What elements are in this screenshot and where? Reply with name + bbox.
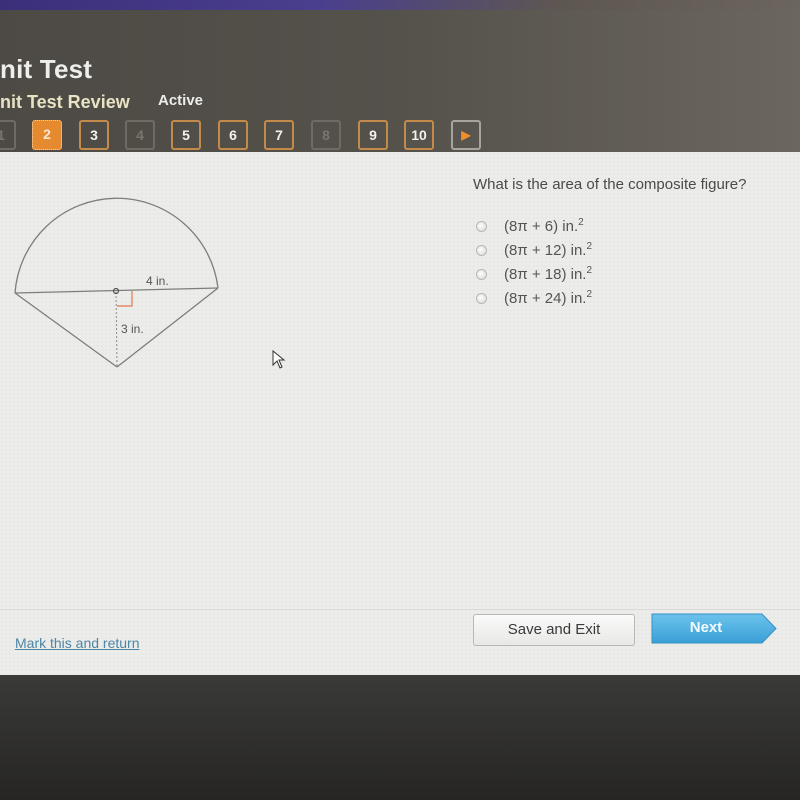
exponent: 2 — [586, 265, 593, 276]
question-10-button[interactable]: 10 — [404, 120, 434, 150]
answer-choice[interactable]: (8π + 24) in.2 — [476, 286, 592, 310]
test-subtitle: nit Test Review — [0, 92, 130, 112]
radio-button[interactable] — [476, 292, 487, 304]
screen-bezel — [0, 675, 800, 800]
radio-button[interactable] — [476, 220, 487, 232]
height-label: 3 in. — [121, 322, 144, 336]
semicircle-arc — [14, 197, 219, 294]
choice-label: (8π + 24) in. — [504, 290, 587, 307]
answer-choice[interactable]: (8π + 6) in.2 — [476, 214, 592, 238]
radius-label: 4 in. — [146, 274, 169, 288]
question-text: What is the area of the composite figure… — [473, 176, 747, 193]
composite-figure: 4 in. 3 in. — [14, 197, 219, 368]
radio-button[interactable] — [476, 244, 487, 256]
next-button-label: Next — [689, 619, 723, 636]
question-panel: 4 in. 3 in. What is the area of the comp… — [0, 152, 800, 675]
exponent: 2 — [586, 289, 593, 300]
mouse-cursor-icon — [272, 350, 286, 369]
question-1-button[interactable]: 1 — [0, 120, 16, 150]
question-3-button[interactable]: 3 — [79, 120, 109, 150]
question-8-button[interactable]: 8 — [311, 120, 341, 150]
height-line — [115, 291, 118, 368]
choice-label: (8π + 6) in. — [504, 218, 579, 235]
exponent: 2 — [578, 217, 584, 228]
answer-choice[interactable]: (8π + 12) in.2 — [476, 238, 592, 262]
answer-choices: (8π + 6) in.2 (8π + 12) in.2 (8π + 18) i… — [476, 214, 592, 310]
question-2-button[interactable]: 2 — [32, 120, 62, 150]
next-question-arrow-button[interactable]: ▶ — [451, 120, 481, 150]
next-button[interactable]: Next — [650, 612, 778, 645]
question-4-button[interactable]: 4 — [125, 120, 155, 150]
choice-label: (8π + 18) in. — [504, 266, 587, 283]
test-header: nit Test nit Test Review Active 1 2 3 4 … — [0, 10, 800, 152]
status-label: Active — [158, 92, 204, 109]
right-angle-marker — [117, 291, 133, 307]
save-and-exit-button[interactable]: Save and Exit — [473, 614, 635, 646]
question-6-button[interactable]: 6 — [218, 120, 248, 150]
question-9-button[interactable]: 9 — [358, 120, 388, 150]
answer-choice[interactable]: (8π + 18) in.2 — [476, 262, 592, 286]
triangle-left-side — [14, 292, 118, 368]
exponent: 2 — [586, 241, 593, 252]
footer-divider — [0, 609, 800, 610]
question-5-button[interactable]: 5 — [171, 120, 201, 150]
choice-label: (8π + 12) in. — [504, 242, 587, 259]
next-arrow-icon: ▶ — [461, 128, 471, 142]
page-title: nit Test — [0, 54, 93, 84]
question-7-button[interactable]: 7 — [264, 120, 294, 150]
mark-and-return-link[interactable]: Mark this and return — [15, 635, 140, 651]
radio-button[interactable] — [476, 268, 487, 280]
